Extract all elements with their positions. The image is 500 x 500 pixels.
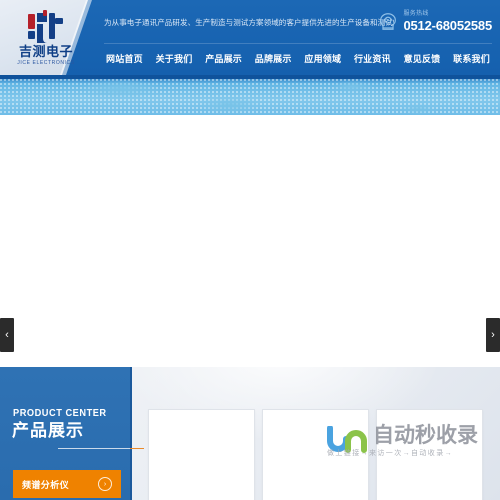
telephone-icon [377,11,399,33]
logo-text-en: JICE ELECTRONICS [17,59,75,66]
site-logo[interactable]: 吉测电子 JICE ELECTRONICS [6,3,86,73]
nav-item-home[interactable]: 网站首页 [106,52,143,65]
hero-slider: ‹ › [0,115,500,367]
hotline-number: 0512-68052585 [403,18,493,33]
product-category-button[interactable]: 频谱分析仪 › [13,470,121,498]
slider-next-arrow-icon[interactable]: › [486,318,500,352]
product-category-label: 频谱分析仪 [22,479,70,490]
slider-prev-arrow-icon[interactable]: ‹ [0,318,14,352]
product-card[interactable] [148,409,255,500]
nav-item-news[interactable]: 行业资讯 [354,52,391,65]
hotline-block: 服务热线 0512-68052585 [377,10,493,33]
nav-item-about[interactable]: 关于我们 [156,52,193,65]
banner-strip [0,75,500,115]
nav-item-brands[interactable]: 品牌展示 [255,52,292,65]
product-title-en: PRODUCT CENTER [13,407,107,419]
nav-divider [104,43,492,44]
product-card[interactable] [262,409,369,500]
nav-item-applications[interactable]: 应用领域 [304,52,341,65]
page-root: 吉测电子 JICE ELECTRONICS 为从事电子通讯产品研发、生产制造与测… [0,0,500,500]
nav-item-products[interactable]: 产品展示 [205,52,242,65]
jice-logo-mark-icon [24,9,68,44]
header-slogan: 为从事电子通讯产品研发、生产制造与测试方案领域的客户提供先进的生产设备和测试解决… [104,18,394,27]
product-title-cn: 产品展示 [12,421,84,440]
nav-item-feedback[interactable]: 意见反馈 [404,52,441,65]
hotline-text: 服务热线 0512-68052585 [404,10,493,33]
main-nav: 网站首页 关于我们 产品展示 品牌展示 应用领域 行业资讯 意见反馈 联系我们 [100,46,496,71]
banner-dot-map-mask [0,79,500,115]
nav-item-contact[interactable]: 联系我们 [453,52,490,65]
hotline-label: 服务热线 [403,11,429,17]
product-card[interactable] [376,409,483,500]
site-header: 吉测电子 JICE ELECTRONICS 为从事电子通讯产品研发、生产制造与测… [0,0,500,75]
logo-text-cn: 吉测电子 [18,43,73,59]
chevron-right-circle-icon: › [98,477,112,491]
product-title-rule-accent [130,448,144,449]
